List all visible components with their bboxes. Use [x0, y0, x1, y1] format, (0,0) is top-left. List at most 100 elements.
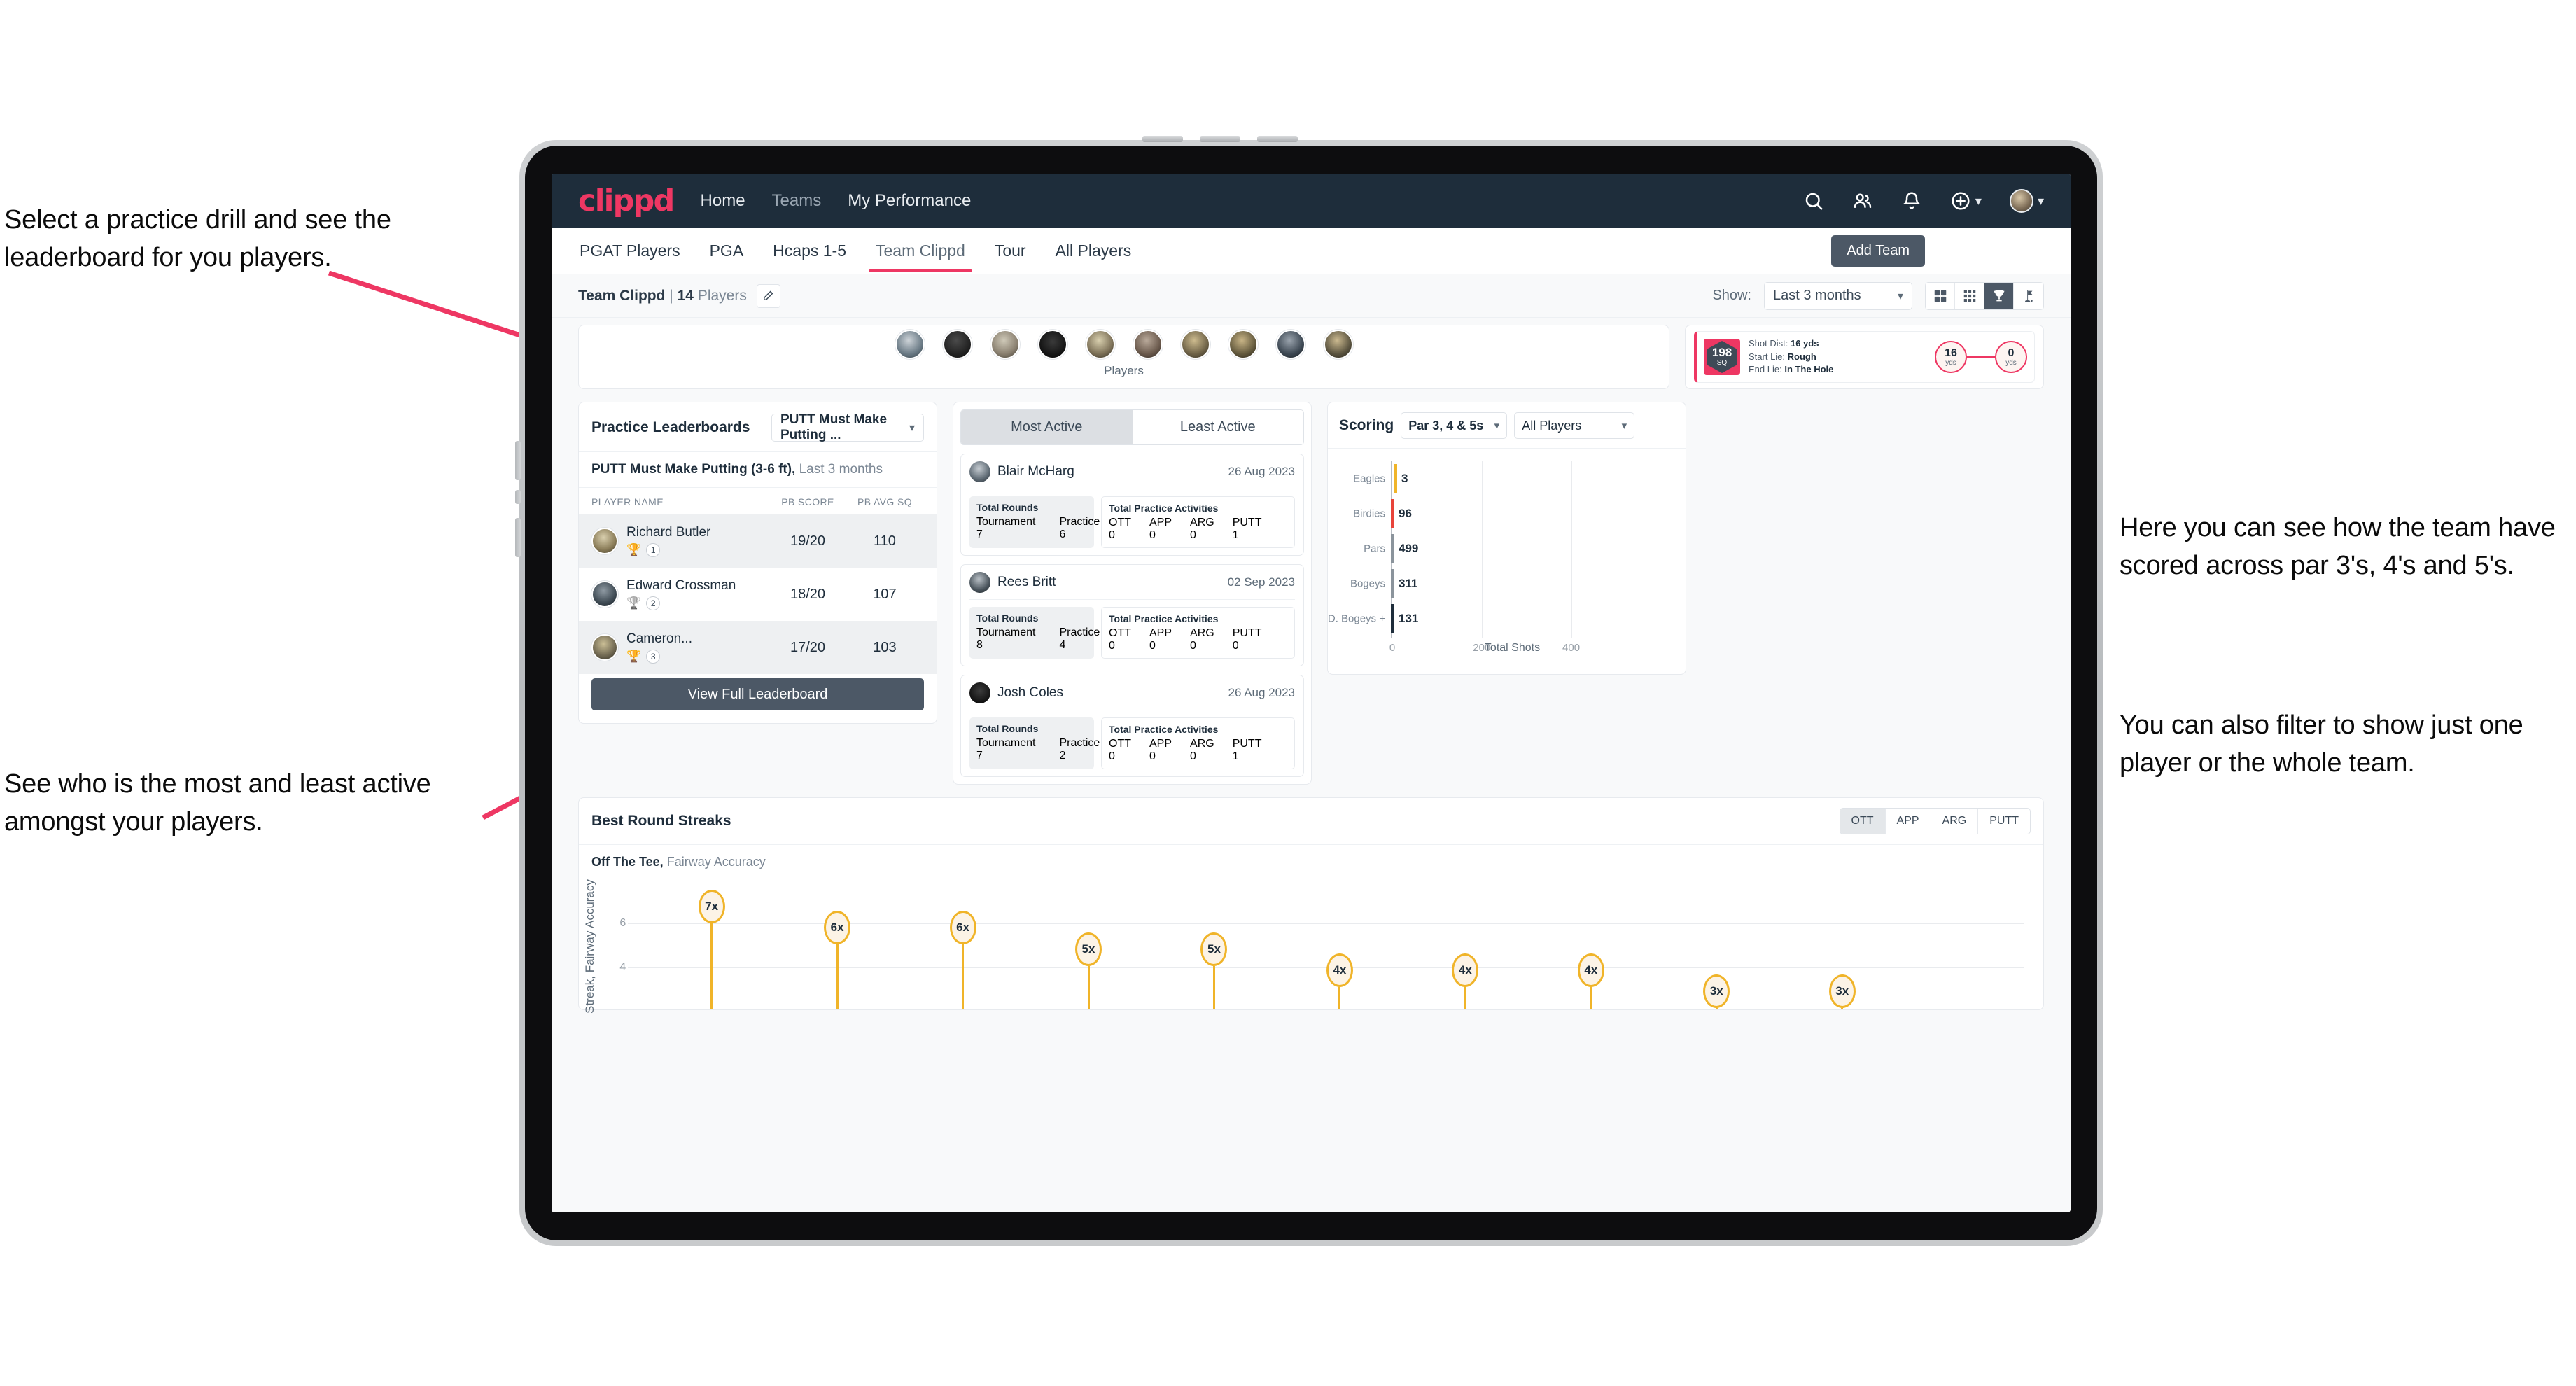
clippd-logo[interactable]: clippd: [578, 183, 675, 218]
pb-score-value: 19/20: [790, 533, 826, 549]
flag-icon: [2024, 290, 2033, 302]
leaderboard-column-headers: PLAYER NAME PB SCORE PB AVG SQ: [579, 488, 937, 514]
acts-key-app: APP: [1149, 517, 1172, 528]
nav-link-my-performance[interactable]: My Performance: [848, 191, 971, 211]
player-filter-select[interactable]: All Players ▾: [1514, 412, 1635, 439]
avatar[interactable]: [2009, 189, 2033, 213]
rounds-value-tournament: 8: [976, 639, 983, 651]
player-avatar[interactable]: [1228, 330, 1258, 359]
device-button-side-1: [515, 441, 521, 480]
avatar: [969, 461, 990, 482]
nav-link-teams[interactable]: Teams: [772, 191, 822, 211]
add-team-button[interactable]: Add Team: [1831, 235, 1925, 267]
edit-team-button[interactable]: [756, 284, 780, 308]
streak-tab-putt[interactable]: PUTT: [1978, 808, 2030, 834]
drill-select[interactable]: PUTT Must Make Putting ... ▾: [771, 412, 924, 442]
view-trophy-button[interactable]: [1984, 282, 2014, 309]
list-item[interactable]: Rees Britt 02 Sep 2023 Total Rounds Tour…: [960, 564, 1304, 666]
player-avatar[interactable]: [1037, 330, 1068, 359]
player-avatar[interactable]: [990, 330, 1020, 359]
player-avatar[interactable]: [895, 330, 925, 359]
pb-score-value: 17/20: [790, 639, 826, 655]
column-pb-score: PB SCORE: [781, 496, 834, 507]
streak-value: 6x: [824, 911, 851, 944]
streak-marker[interactable]: 4x: [1326, 953, 1353, 1009]
search-icon[interactable]: [1803, 190, 1824, 211]
top-row: Players 198 SQ Shot Dist: 16 yds Start L…: [578, 325, 2044, 389]
scoring-plot-area: Eagles 3 Birdies 96 Pars 499 Bogeys 311 …: [1328, 461, 1634, 654]
plus-circle-icon[interactable]: [1950, 190, 1971, 211]
people-icon[interactable]: [1852, 190, 1873, 211]
streak-tab-arg[interactable]: ARG: [1931, 808, 1979, 834]
player-avatar[interactable]: [1180, 330, 1210, 359]
scoring-card: Scoring Par 3, 4 & 5s ▾ All Players ▾ Ea…: [1327, 402, 1686, 675]
streak-marker[interactable]: 5x: [1200, 932, 1228, 1009]
team-toolbar: Team Clippd | 14 Players Show: Last 3 mo…: [552, 274, 2071, 318]
player-avatar[interactable]: [1275, 330, 1306, 359]
streak-marker[interactable]: 3x: [1828, 974, 1856, 1009]
player-avatar[interactable]: [1323, 330, 1353, 359]
shot-start-value: 16: [1945, 346, 1957, 359]
view-full-leaderboard-button[interactable]: View Full Leaderboard: [592, 678, 924, 710]
streak-marker[interactable]: 6x: [824, 911, 851, 1009]
player-avatar[interactable]: [1085, 330, 1115, 359]
player-avatar[interactable]: [942, 330, 972, 359]
tablet-device-frame: clippd Home Teams My Performance ▾ ▾ PGA…: [515, 136, 2103, 1246]
list-item[interactable]: Josh Coles 26 Aug 2023 Total Rounds Tour…: [960, 675, 1304, 777]
tab-most-active[interactable]: Most Active: [961, 410, 1133, 444]
practice-leaderboard-card: Practice Leaderboards PUTT Must Make Put…: [578, 402, 937, 724]
toolbar-right: Show: Last 3 months ▾: [1712, 281, 2044, 310]
streak-marker[interactable]: 4x: [1577, 953, 1604, 1009]
streak-tab-app[interactable]: APP: [1886, 808, 1931, 834]
streak-marker[interactable]: 6x: [949, 911, 976, 1009]
table-row[interactable]: Edward Crossman 🏆 2 18/20 107: [579, 568, 937, 621]
column-pb-avg-sq: PB AVG SQ: [857, 496, 913, 507]
streak-marker[interactable]: 7x: [698, 890, 725, 1009]
rank-badge: 1: [646, 542, 661, 557]
streak-tab-ott[interactable]: OTT: [1840, 808, 1886, 834]
tab-tour[interactable]: Tour: [993, 230, 1028, 272]
tab-least-active[interactable]: Least Active: [1133, 410, 1304, 444]
view-grid-small-button[interactable]: [1955, 282, 1984, 309]
tab-team-clippd[interactable]: Team Clippd: [869, 230, 972, 272]
view-grid-large-button[interactable]: [1926, 282, 1955, 309]
bar-eagles: [1392, 464, 1397, 493]
leaderboard-period: Last 3 months: [799, 462, 883, 477]
account-menu[interactable]: ▾: [2009, 189, 2044, 213]
rounds-value-practice: 6: [1059, 528, 1066, 540]
tab-hcaps-1-5[interactable]: Hcaps 1-5: [771, 230, 848, 272]
team-player-count: 14: [677, 287, 694, 304]
table-row[interactable]: Cameron... 🏆 3 17/20 103: [579, 621, 937, 674]
tab-pga[interactable]: PGA: [708, 230, 746, 272]
player-name: Blair McHarg: [997, 464, 1074, 479]
chevron-down-icon: ▾: [1621, 420, 1628, 432]
par-filter-value: Par 3, 4 & 5s: [1408, 418, 1484, 433]
add-menu[interactable]: ▾: [1950, 190, 1982, 211]
table-row[interactable]: Richard Butler 🏆 1 19/20 110: [579, 514, 937, 568]
nav-link-home[interactable]: Home: [701, 191, 746, 211]
acts-value-ott: 0: [1109, 750, 1115, 762]
bell-icon[interactable]: [1901, 190, 1922, 211]
streak-marker[interactable]: 5x: [1075, 932, 1102, 1009]
date-range-select[interactable]: Last 3 months ▾: [1764, 281, 1912, 310]
streak-metric-toggle: OTT APP ARG PUTT: [1839, 808, 2031, 834]
tab-all-players[interactable]: All Players: [1054, 230, 1133, 272]
drill-select-value: PUTT Must Make Putting ...: [780, 412, 888, 442]
streak-marker[interactable]: 3x: [1703, 974, 1730, 1009]
rounds-key-tournament: Tournament: [976, 737, 1036, 749]
chevron-down-icon: ▾: [1494, 420, 1500, 432]
pb-avg-sq-value: 107: [873, 586, 897, 602]
annotation-practice-drill: Select a practice drill and see the lead…: [4, 205, 391, 272]
streak-marker[interactable]: 4x: [1452, 953, 1479, 1009]
chevron-down-icon: ▾: [1975, 193, 1982, 208]
view-flag-button[interactable]: [2014, 283, 2043, 309]
par-filter-select[interactable]: Par 3, 4 & 5s ▾: [1401, 412, 1508, 439]
tab-pgat-players[interactable]: PGAT Players: [578, 230, 682, 272]
shot-detail-card: 198 SQ Shot Dist: 16 yds Start Lie: Roug…: [1685, 325, 2044, 389]
shot-detail-text: Shot Dist: 16 yds Start Lie: Rough End L…: [1749, 337, 1833, 376]
list-item[interactable]: Blair McHarg 26 Aug 2023 Total Rounds To…: [960, 454, 1304, 556]
shot-detail-row[interactable]: 198 SQ Shot Dist: 16 yds Start Lie: Roug…: [1694, 331, 2035, 383]
player-avatar[interactable]: [1133, 330, 1163, 359]
acts-key-putt: PUTT: [1232, 627, 1262, 639]
acts-key-app: APP: [1149, 627, 1172, 639]
